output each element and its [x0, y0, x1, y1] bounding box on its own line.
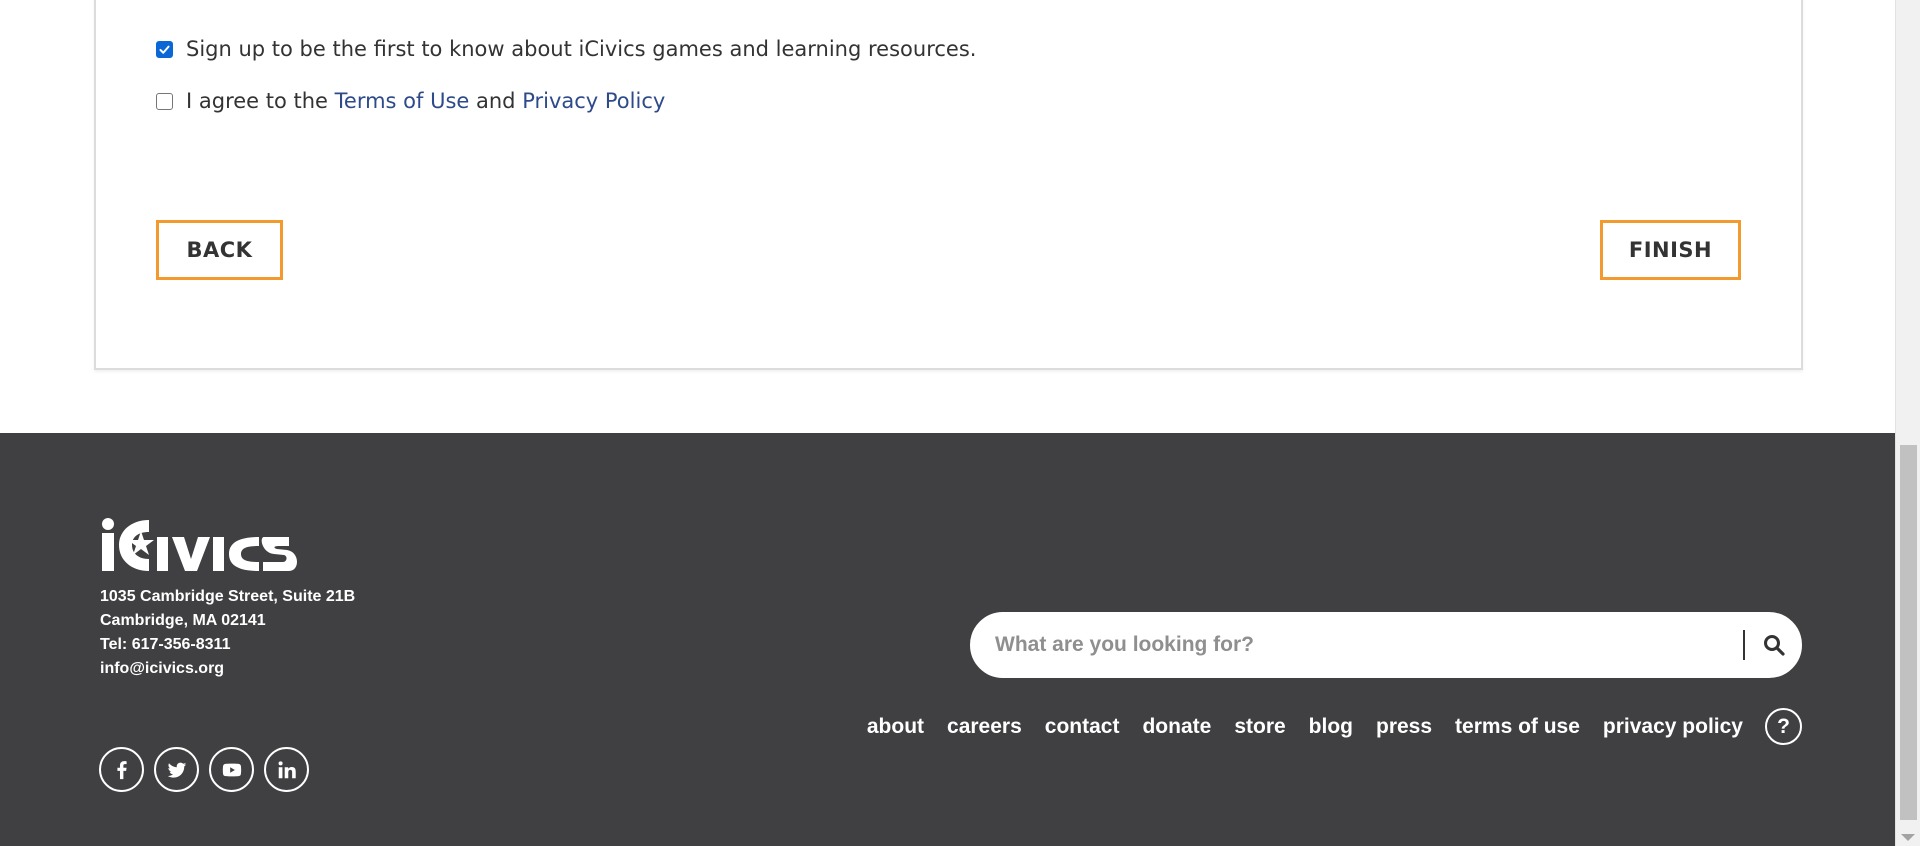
youtube-icon[interactable] [209, 747, 254, 792]
phone-number: Tel: 617-356-8311 [100, 636, 231, 653]
footer-nav: about careers contact donate store blog … [844, 708, 1802, 745]
footer-link-privacy-policy[interactable]: privacy policy [1603, 715, 1743, 739]
address-line-2: Cambridge, MA 02141 [100, 612, 266, 629]
terms-label-middle: and [469, 89, 523, 113]
help-icon[interactable]: ? [1765, 708, 1802, 745]
search-icon [1764, 635, 1785, 656]
icivics-logo[interactable] [99, 517, 329, 575]
footer-link-blog[interactable]: blog [1309, 715, 1353, 739]
footer-link-donate[interactable]: donate [1142, 715, 1211, 739]
social-links [99, 747, 309, 792]
finish-button[interactable]: FINISH [1600, 220, 1741, 280]
footer-search [970, 612, 1802, 678]
terms-option[interactable]: I agree to the Terms of Use and Privacy … [156, 88, 665, 114]
search-button[interactable] [1753, 622, 1795, 668]
twitter-icon[interactable] [154, 747, 199, 792]
back-button[interactable]: BACK [156, 220, 283, 280]
scroll-down-arrow[interactable] [1901, 834, 1915, 841]
address-line-1: 1035 Cambridge Street, Suite 21B [100, 588, 356, 605]
contact-address: 1035 Cambridge Street, Suite 21B Cambrid… [100, 585, 355, 681]
terms-checkbox[interactable] [156, 92, 173, 110]
search-input[interactable] [995, 615, 1715, 675]
scrollbar-thumb[interactable] [1900, 445, 1917, 820]
footer-link-terms-of-use[interactable]: terms of use [1455, 715, 1580, 739]
page-scrollbar[interactable] [1895, 0, 1920, 846]
newsletter-checkbox[interactable] [156, 40, 173, 58]
facebook-icon[interactable] [99, 747, 144, 792]
cropped-section-heading [156, 0, 776, 4]
privacy-policy-link[interactable]: Privacy Policy [522, 88, 665, 114]
email-address[interactable]: info@icivics.org [100, 657, 355, 681]
newsletter-option[interactable]: Sign up to be the first to know about iC… [156, 36, 976, 62]
footer-link-careers[interactable]: careers [947, 715, 1022, 739]
search-divider [1743, 630, 1745, 660]
terms-label-prefix: I agree to the [186, 89, 335, 113]
terms-of-use-link[interactable]: Terms of Use [335, 88, 470, 114]
signup-form-card: Sign up to be the first to know about iC… [94, 0, 1803, 370]
newsletter-label: Sign up to be the first to know about iC… [186, 37, 977, 61]
footer-link-contact[interactable]: contact [1045, 715, 1120, 739]
linkedin-icon[interactable] [264, 747, 309, 792]
footer-link-store[interactable]: store [1234, 715, 1285, 739]
footer-link-about[interactable]: about [867, 715, 924, 739]
site-footer: 1035 Cambridge Street, Suite 21B Cambrid… [0, 433, 1895, 846]
footer-link-press[interactable]: press [1376, 715, 1432, 739]
